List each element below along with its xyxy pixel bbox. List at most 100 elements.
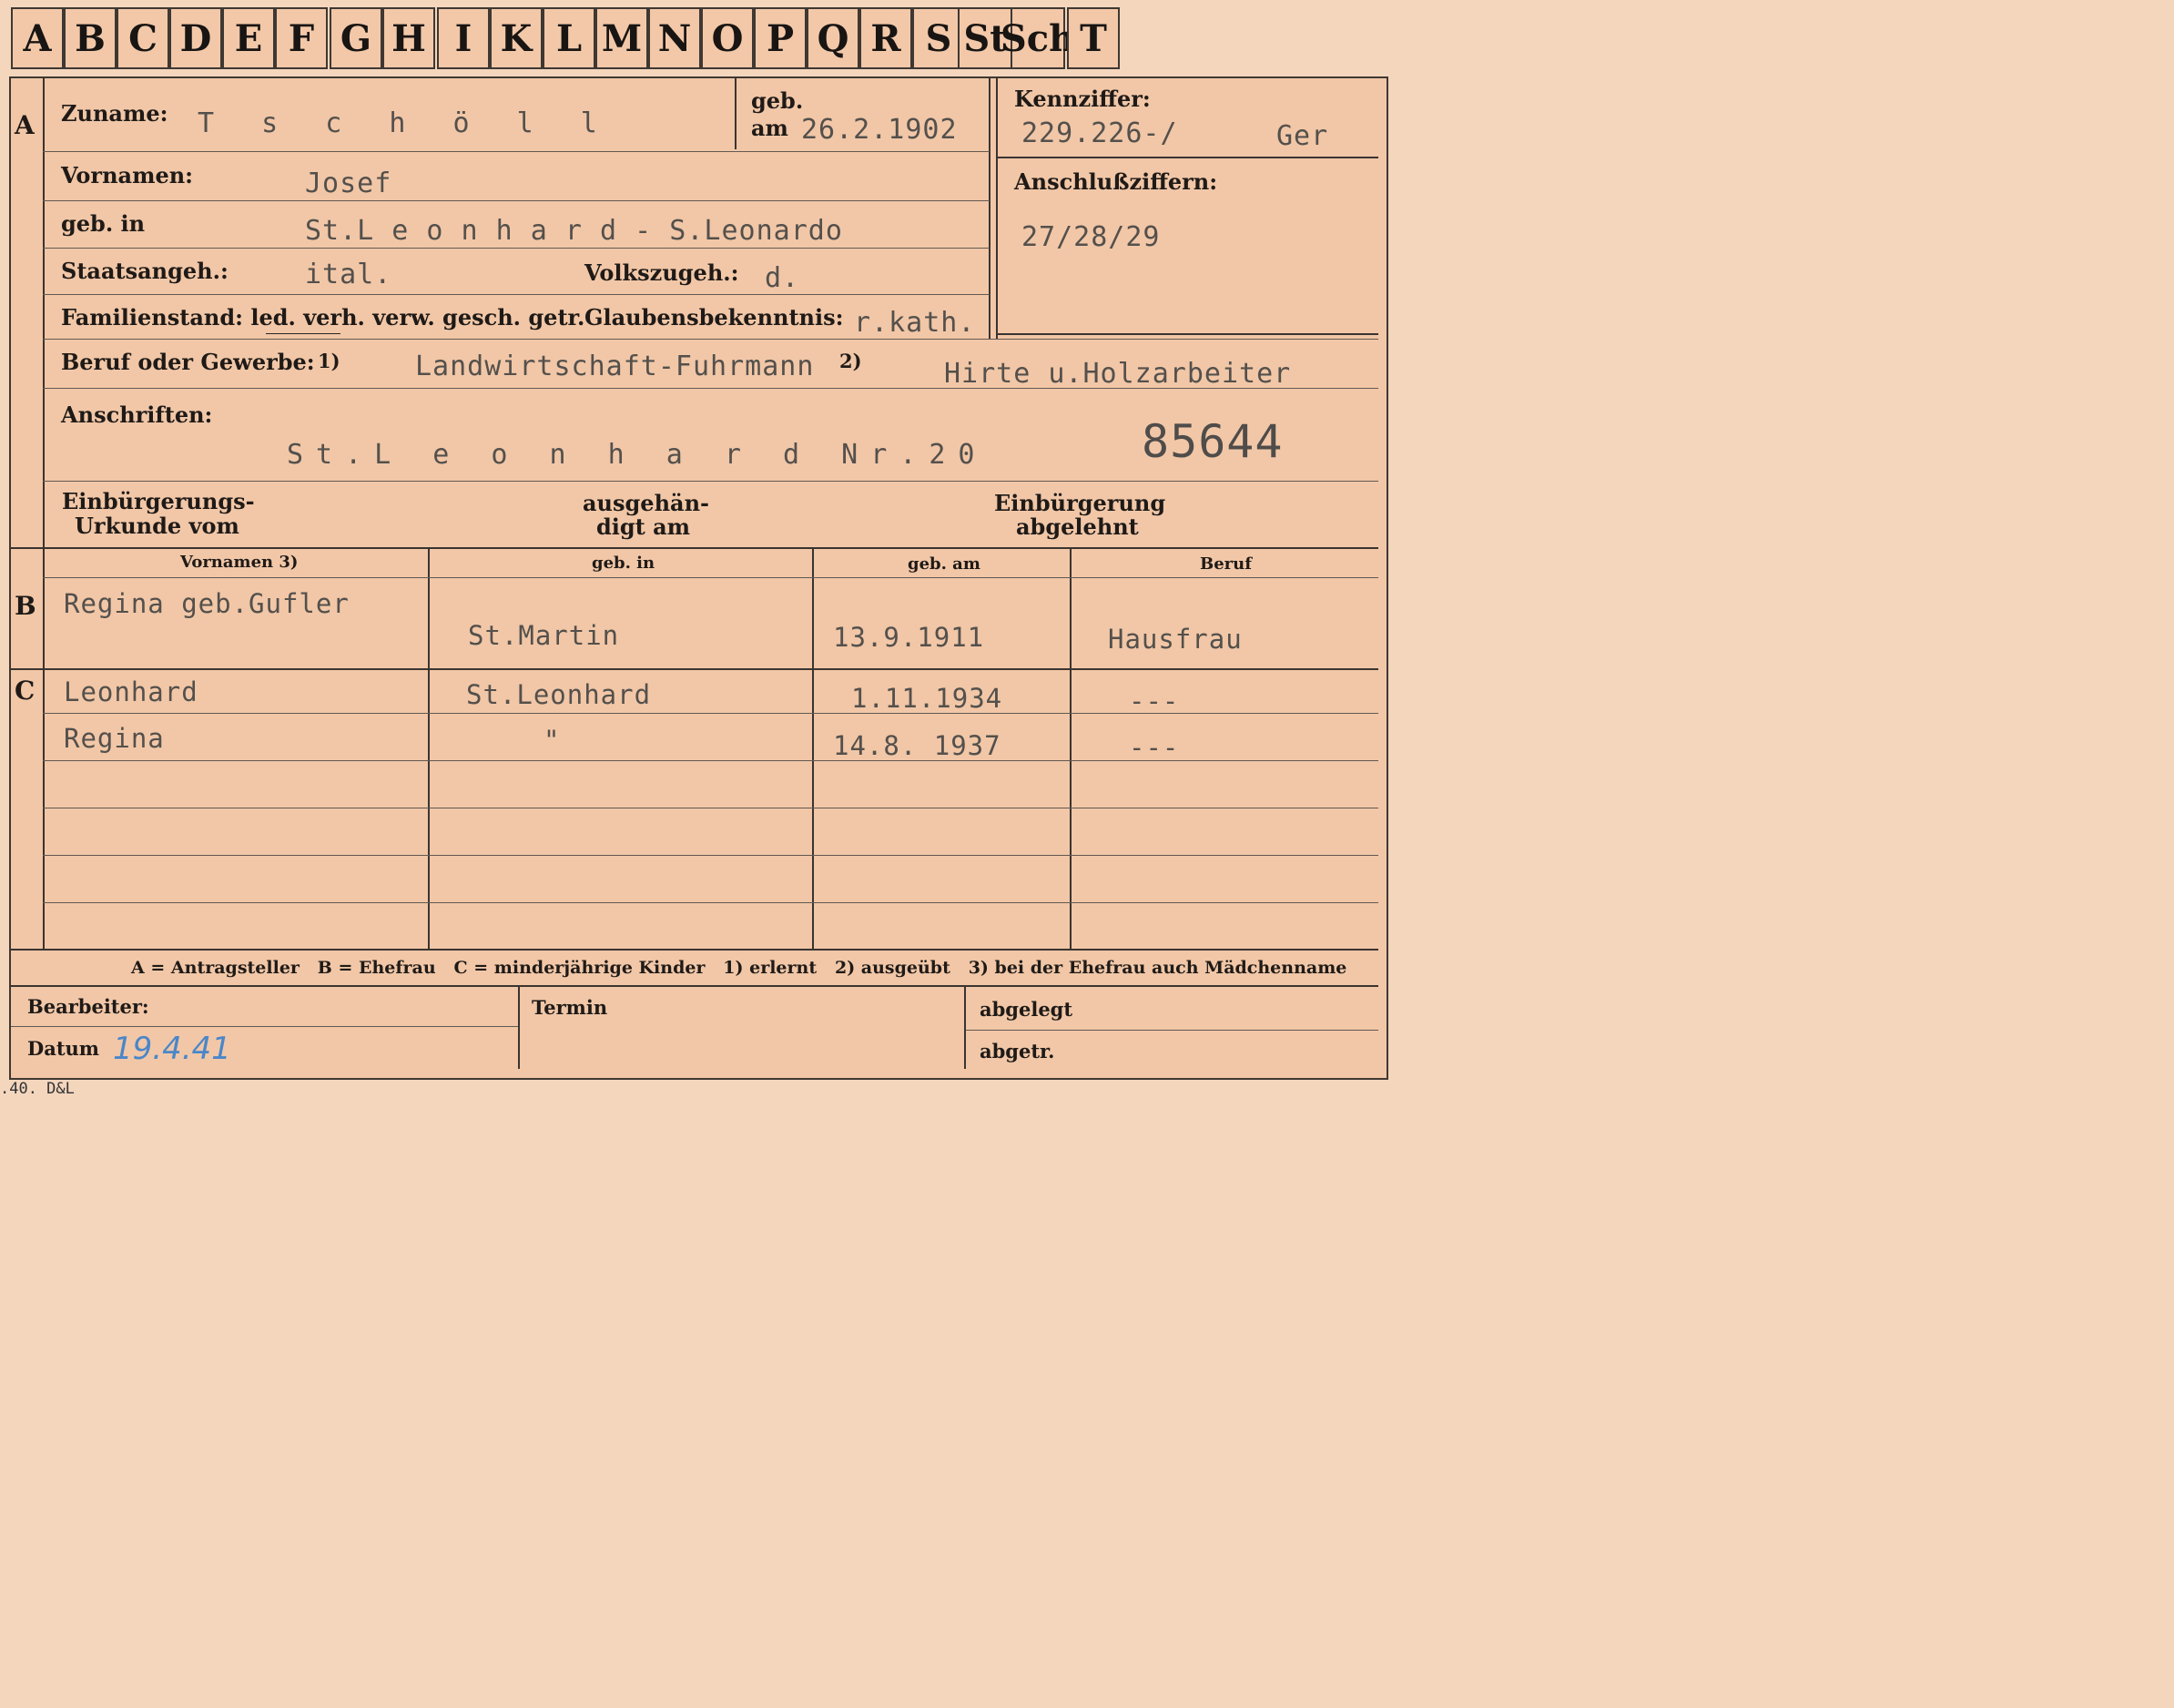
stamp-number: 85644: [1142, 415, 1284, 468]
ethnicity-label: Volkszugeh.:: [584, 259, 739, 286]
alphabet-index-tabs: A B C D E F G H I K L M N O P Q R S St Sch T: [11, 7, 1123, 69]
print-mark: .40. D&L: [0, 1080, 75, 1098]
given-label: Vornamen:: [61, 162, 194, 188]
index-tab-c: C: [117, 7, 169, 69]
table-col-divider-3: [1070, 547, 1072, 951]
index-tab-f: F: [275, 7, 328, 69]
legend: A = Antragsteller B = Ehefrau C = minder…: [131, 958, 1347, 978]
section-a-mark: A: [15, 110, 35, 140]
index-tab-r: R: [859, 7, 912, 69]
rule-citizenship: [43, 294, 990, 295]
header-given: Vornamen 3): [180, 553, 299, 572]
index-tab-i: I: [437, 7, 490, 69]
connect-label: Anschlußziffern:: [1014, 168, 1218, 195]
footer-rule-right: [966, 1030, 1378, 1031]
child-1-given: Leonhard: [64, 676, 198, 707]
handed-label-2: digt am: [596, 513, 691, 540]
right-panel-bottom-rule: [996, 333, 1378, 335]
section-b-bottom-rule: [11, 668, 1378, 670]
index-tab-h: H: [382, 7, 435, 69]
refused-label-2: abgelehnt: [1016, 513, 1139, 540]
index-tab-q: Q: [807, 7, 859, 69]
address-value: St.L e o n h a r d Nr.20: [287, 439, 988, 471]
child-1-birthplace: St.Leonhard: [466, 679, 652, 710]
header-profession: Beruf: [1200, 554, 1252, 574]
refused-label-1: Einbürgerung: [994, 490, 1166, 516]
index-tab-n: N: [648, 7, 701, 69]
profession-note-1: 1): [318, 350, 340, 372]
footer-divider-1: [518, 987, 520, 1069]
table-row-rule-4: [43, 855, 1378, 856]
religion-value: r.kath.: [854, 307, 976, 339]
marital-label: Familienstand: led. verh. verw. gesch. g…: [61, 304, 585, 330]
child-1-profession: ---: [1129, 686, 1180, 717]
marital-underline: [266, 333, 340, 334]
deadline-label: Termin: [532, 996, 608, 1019]
address-label: Anschriften:: [61, 402, 213, 428]
section-a-bottom-rule: [11, 547, 1378, 549]
born-label-1: geb.: [751, 87, 804, 114]
surname-label: Zuname:: [61, 100, 168, 127]
child-2-given: Regina: [64, 723, 165, 754]
id-label: Kennziffer:: [1014, 86, 1151, 112]
date-label: Datum: [27, 1037, 100, 1060]
citizenship-value: ital.: [305, 259, 392, 290]
citizenship-label: Staatsangeh.:: [61, 258, 229, 284]
date-value: 19.4.41: [113, 1031, 231, 1067]
profession-value-2: Hirte u.Holzarbeiter: [944, 358, 1292, 390]
child-2-birthplace: ": [544, 725, 561, 756]
surname-value: T s c h ö l l: [198, 107, 613, 139]
clerk-label: Bearbeiter:: [27, 995, 149, 1018]
id-box-rule: [996, 157, 1378, 158]
index-tab-sch: Sch: [1001, 7, 1075, 69]
rule-birthplace: [43, 248, 990, 249]
naturalization-doc-label-1: Einbürgerungs-: [62, 488, 255, 514]
index-tab-d: D: [169, 7, 222, 69]
rule-address: [43, 481, 1378, 482]
religion-label: Glaubensbekenntnis:: [584, 304, 844, 330]
section-c-mark: C: [15, 676, 36, 706]
birthplace-value: St.L e o n h a r d - S.Leonardo: [305, 215, 843, 247]
index-tab-l: L: [543, 7, 595, 69]
born-label-2: am: [751, 115, 788, 141]
connect-value: 27/28/29: [1021, 221, 1161, 253]
rule-given: [43, 200, 990, 201]
spouse-profession: Hausfrau: [1108, 624, 1243, 655]
table-row-rule-5: [43, 902, 1378, 903]
index-tab-t: T: [1067, 7, 1120, 69]
legend-bottom-rule: [11, 985, 1378, 987]
child-2-profession: ---: [1129, 732, 1180, 763]
born-divider: [735, 78, 737, 149]
id-value: 229.226-/: [1021, 117, 1178, 149]
right-panel-divider: [989, 78, 990, 339]
spouse-given: Regina geb.Gufler: [64, 588, 350, 619]
child-1-birthdate: 1.11.1934: [851, 683, 1003, 714]
profession-note-2: 2): [839, 350, 862, 372]
index-tab-o: O: [701, 7, 754, 69]
index-tab-b: B: [64, 7, 117, 69]
index-tab-k: K: [490, 7, 543, 69]
naturalization-doc-label-2: Urkunde vom: [75, 513, 239, 539]
footer-divider-2: [964, 987, 966, 1069]
handed-label-1: ausgehän-: [583, 490, 709, 516]
table-col-divider-2: [812, 547, 814, 951]
rule-surname: [43, 151, 990, 152]
right-panel-divider-inner: [996, 78, 998, 339]
footer-rule-left: [11, 1026, 518, 1027]
child-2-birthdate: 14.8. 1937: [833, 730, 1001, 761]
profession-label: Beruf oder Gewerbe:: [61, 349, 315, 375]
birthplace-label: geb. in: [61, 210, 146, 237]
header-birthdate: geb. am: [908, 554, 980, 574]
index-tab-m: M: [595, 7, 648, 69]
registration-card: A B C Zuname: T s c h ö l l geb. am 26.2…: [9, 76, 1388, 1080]
given-value: Josef: [305, 168, 392, 199]
spouse-birthplace: St.Martin: [468, 620, 620, 651]
section-b-mark: B: [15, 591, 36, 621]
index-tab-a: A: [11, 7, 64, 69]
table-col-divider-1: [428, 547, 430, 951]
id-suffix: Ger: [1276, 120, 1329, 152]
born-value: 26.2.1902: [801, 114, 958, 146]
filed-label: abgelegt: [980, 998, 1073, 1021]
index-tab-g: G: [330, 7, 382, 69]
spouse-birthdate: 13.9.1911: [833, 622, 985, 653]
